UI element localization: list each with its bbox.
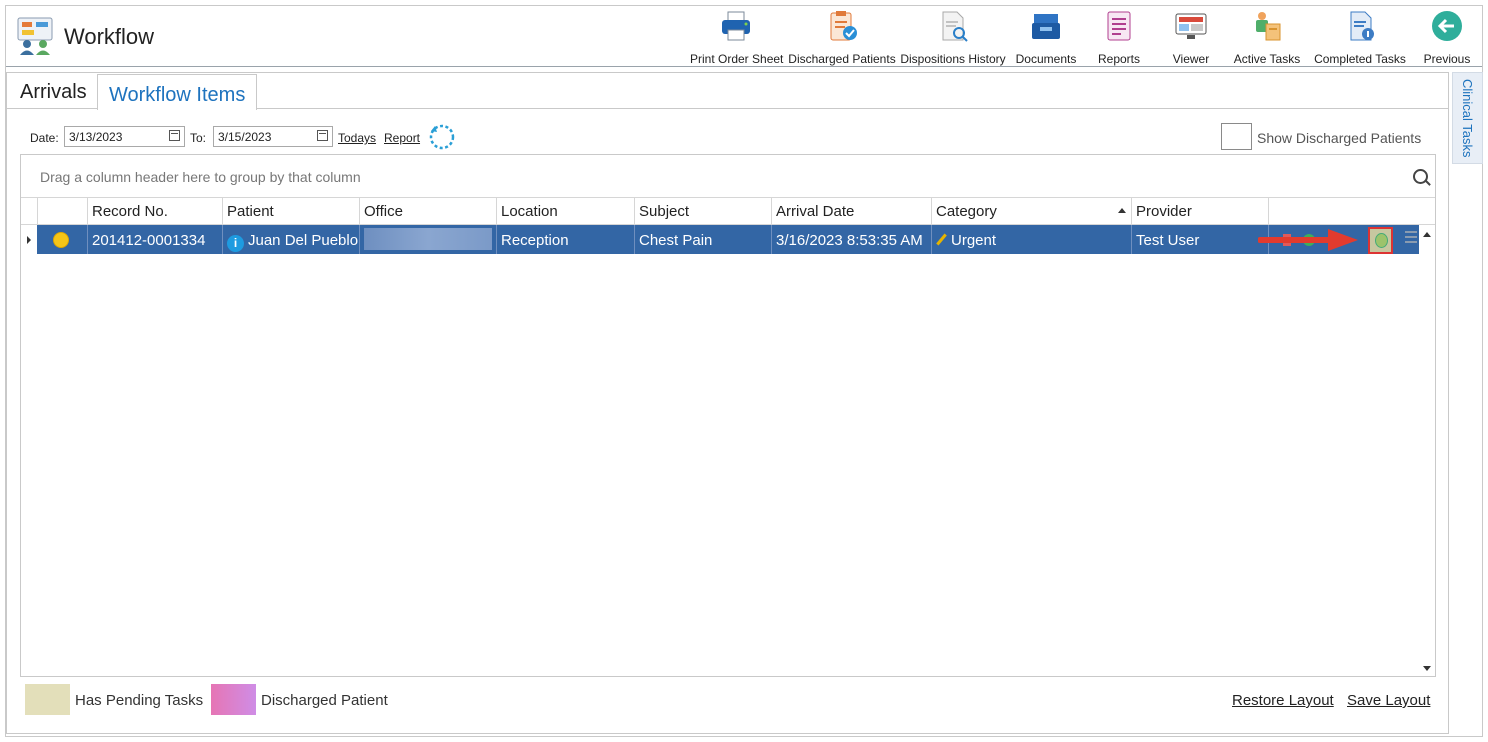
completed-tasks-label: Completed Tasks — [1314, 52, 1406, 66]
column-header-office[interactable]: Office — [359, 197, 496, 224]
show-discharged-checkbox[interactable] — [1221, 123, 1252, 150]
viewer-label: Viewer — [1172, 52, 1210, 66]
column-header-status[interactable] — [37, 197, 87, 224]
pencil-icon — [936, 233, 947, 246]
show-discharged-label: Show Discharged Patients — [1257, 130, 1422, 146]
documents-tray-icon — [1032, 14, 1060, 39]
column-header-category-label: Category — [936, 203, 997, 220]
reports-button[interactable]: Reports — [1088, 10, 1150, 66]
report-link[interactable]: Report — [384, 131, 420, 145]
column-header-category[interactable]: Category — [931, 197, 1131, 224]
location-cell: Reception — [496, 225, 634, 254]
status-cell — [37, 225, 87, 254]
active-tasks-label: Active Tasks — [1233, 52, 1301, 66]
refresh-icon[interactable] — [428, 123, 456, 151]
patient-cell[interactable]: i Juan Del Pueblo — [222, 225, 359, 254]
provider-cell: Test User — [1131, 225, 1268, 254]
tab-workflow-items[interactable]: Workflow Items — [97, 74, 257, 110]
clinical-task-action-button[interactable] — [1368, 227, 1393, 254]
column-header-record-no[interactable]: Record No. — [87, 197, 222, 224]
patient-name: Juan Del Pueblo — [248, 232, 359, 249]
back-arrow-icon — [1432, 11, 1462, 41]
active-tasks-icon — [1256, 12, 1281, 41]
column-header-subject[interactable]: Subject — [634, 197, 771, 224]
print-order-sheet-button[interactable]: Print Order Sheet — [690, 10, 784, 66]
monitor-icon — [1175, 13, 1207, 39]
date-to-field[interactable]: 3/15/2023 — [213, 126, 333, 147]
scroll-up-icon[interactable] — [1423, 232, 1431, 237]
record-no-cell: 201412-0001334 — [87, 225, 222, 254]
discharged-patient-legend-label: Discharged Patient — [261, 692, 388, 709]
menu-icon[interactable] — [1405, 231, 1417, 233]
date-label: Date: — [30, 131, 59, 145]
vertical-scrollbar[interactable] — [1419, 225, 1435, 676]
restore-layout-link[interactable]: Restore Layout — [1232, 692, 1334, 709]
dispositions-history-label: Dispositions History — [900, 52, 1006, 66]
status-dot-icon — [53, 232, 69, 248]
table-row[interactable]: 201412-0001334 i Juan Del Pueblo Receptio… — [37, 225, 1419, 254]
arrival-date-cell: 3/16/2023 8:53:35 AM — [771, 225, 931, 254]
discharged-patients-button[interactable]: Discharged Patients — [788, 10, 896, 66]
column-header-row: Record No. Patient Office Location Subje… — [21, 197, 1435, 225]
workflow-app-icon — [17, 17, 53, 55]
discharged-clipboard-icon — [830, 11, 857, 41]
to-label: To: — [190, 131, 207, 145]
clinical-tasks-side-tab[interactable]: Clinical Tasks — [1452, 72, 1483, 164]
column-header-arrival-date[interactable]: Arrival Date — [771, 197, 931, 224]
app-header: Workflow Print Order Sheet Discharged Pa… — [6, 6, 1482, 67]
info-icon[interactable]: i — [227, 235, 244, 252]
tab-arrivals[interactable]: Arrivals — [20, 81, 87, 104]
clinical-tasks-label: Clinical Tasks — [1460, 79, 1475, 158]
previous-label: Previous — [1423, 52, 1471, 66]
documents-button[interactable]: Documents — [1011, 10, 1081, 66]
discharged-patients-label: Discharged Patients — [788, 52, 896, 66]
discharged-patient-swatch — [211, 684, 256, 715]
pending-tasks-swatch — [25, 684, 70, 715]
office-cell — [359, 225, 496, 254]
calendar-icon[interactable] — [317, 130, 328, 141]
previous-button[interactable]: Previous — [1418, 10, 1476, 66]
category-cell: Urgent — [931, 225, 1131, 254]
sort-ascending-icon — [1118, 208, 1126, 213]
date-to-value: 3/15/2023 — [218, 130, 272, 144]
reports-label: Reports — [1097, 52, 1141, 66]
search-icon[interactable] — [1413, 169, 1428, 184]
save-layout-link[interactable]: Save Layout — [1347, 692, 1430, 709]
column-header-location[interactable]: Location — [496, 197, 634, 224]
calendar-icon[interactable] — [169, 130, 180, 141]
completed-tasks-button[interactable]: Completed Tasks — [1310, 10, 1410, 66]
group-hint-text: Drag a column header here to group by th… — [40, 169, 361, 185]
column-header-actions — [1268, 197, 1419, 224]
highlight-arrow-icon — [1258, 229, 1358, 251]
date-from-field[interactable]: 3/13/2023 — [64, 126, 185, 147]
date-from-value: 3/13/2023 — [69, 130, 123, 144]
active-tasks-button[interactable]: Active Tasks — [1228, 10, 1306, 66]
completed-tasks-icon — [1350, 11, 1374, 41]
todays-link[interactable]: Todays — [338, 131, 376, 145]
documents-label: Documents — [1015, 52, 1077, 66]
redacted-office-value — [364, 228, 492, 250]
pending-tasks-legend-label: Has Pending Tasks — [75, 692, 204, 709]
printer-icon — [722, 11, 750, 41]
group-by-panel[interactable]: Drag a column header here to group by th… — [21, 155, 1435, 198]
print-order-sheet-label: Print Order Sheet — [690, 52, 784, 66]
workflow-grid: Drag a column header here to group by th… — [20, 154, 1436, 677]
column-header-patient[interactable]: Patient — [222, 197, 359, 224]
scroll-down-icon[interactable] — [1423, 666, 1431, 671]
reports-icon — [1107, 11, 1131, 41]
history-search-icon — [942, 11, 968, 42]
category-value: Urgent — [951, 232, 997, 249]
dispositions-history-button[interactable]: Dispositions History — [899, 10, 1007, 66]
subject-cell: Chest Pain — [634, 225, 771, 254]
current-row-indicator-icon — [27, 236, 31, 244]
viewer-button[interactable]: Viewer — [1160, 10, 1222, 66]
column-header-provider[interactable]: Provider — [1131, 197, 1268, 224]
app-title: Workflow — [64, 24, 155, 49]
